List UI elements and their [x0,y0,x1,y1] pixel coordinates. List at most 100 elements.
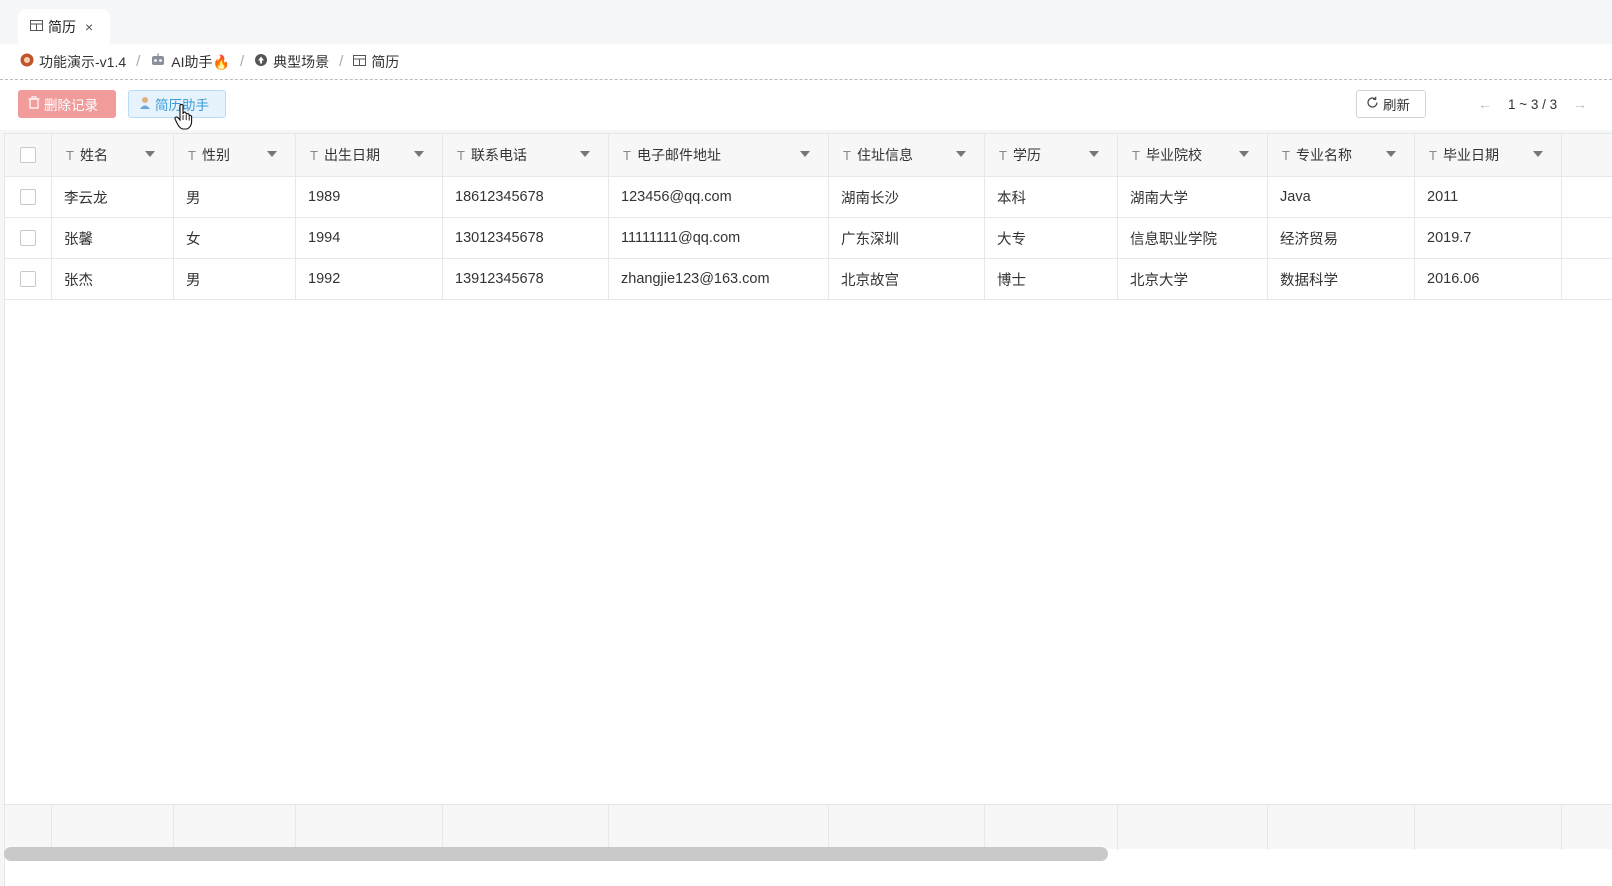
breadcrumb: 功能演示-v1.4 / AI助手🔥 / 典型场景 / 简历 [0,44,1612,80]
row-checkbox[interactable] [20,230,36,246]
table-cell[interactable]: 1989 [296,177,443,217]
column-header[interactable]: T 毕业院校 [1118,134,1268,176]
caret-down-icon[interactable] [267,151,277,157]
table-row[interactable]: 李云龙男 1989 18612345678 123456@qq.com 湖南长沙 本科 湖南… [5,177,1612,218]
breadcrumb-separator: / [239,53,245,70]
data-grid: T 姓名 T 性别 T 出生日期 T 联系电话 T 电子邮件地址 T 住址信息 T 学历 T 毕业院校 T 专业名… [4,133,1612,886]
row-checkbox[interactable] [20,189,36,205]
table-cell[interactable]: 李云龙 [52,177,174,217]
text-type-icon: T [66,147,74,163]
caret-down-icon[interactable] [1239,151,1249,157]
breadcrumb-separator: / [339,53,344,70]
row-checkbox[interactable] [20,271,36,287]
table-cell[interactable]: 1994 [296,218,443,258]
caret-down-icon[interactable] [800,151,810,157]
table-icon [30,19,43,35]
close-icon[interactable]: × [85,19,93,35]
table-cell[interactable]: 2011 [1415,177,1562,217]
refresh-icon [1366,96,1379,112]
breadcrumb-item-app[interactable]: 功能演示-v1.4 [20,52,126,72]
trash-icon [28,96,40,112]
pagination: ← 1 ~ 3 / 3 → [1478,90,1587,118]
breadcrumb-label: 典型场景 [273,53,330,70]
column-header[interactable]: T 联系电话 [443,134,609,176]
select-all-checkbox[interactable] [20,147,36,163]
footer-cell [829,805,985,850]
caret-down-icon[interactable] [145,151,155,157]
table-cell[interactable]: 博士 [985,259,1118,299]
column-header-spacer [1562,134,1612,176]
tab-resume[interactable]: 简历 × [18,9,110,44]
table-row[interactable]: 张馨女 1994 13012345678 11111111@qq.com 广东深圳 大专信… [5,218,1612,259]
footer-cell [443,805,609,850]
horizontal-scrollbar[interactable] [4,847,1108,861]
table-cell[interactable]: 2016.06 [1415,259,1562,299]
column-header[interactable]: T 学历 [985,134,1118,176]
table-row[interactable]: 张杰男 1992 13912345678 zhangjie123@163.com 北京故… [5,259,1612,300]
table-cell[interactable]: 男 [174,259,296,299]
column-header[interactable]: T 电子邮件地址 [609,134,829,176]
column-header[interactable]: T 专业名称 [1268,134,1415,176]
breadcrumb-separator: / [136,53,141,70]
delete-record-button[interactable]: 删除记录 [18,90,116,118]
delete-record-label: 删除记录 [44,98,98,113]
footer-cell [1268,805,1415,850]
column-header[interactable]: T 性别 [174,134,296,176]
table-cell[interactable]: Java [1268,177,1415,217]
table-cell[interactable]: 广东深圳 [829,218,985,258]
table-cell[interactable]: 123456@qq.com [609,177,829,217]
table-cell[interactable]: 男 [174,177,296,217]
table-icon [353,54,367,70]
caret-down-icon[interactable] [1386,151,1396,157]
refresh-button[interactable]: 刷新 [1356,90,1426,118]
table-cell[interactable]: 北京大学 [1118,259,1268,299]
text-type-icon: T [623,147,631,163]
app-logo-icon [20,53,34,70]
caret-down-icon[interactable] [580,151,590,157]
column-header[interactable]: T 姓名 [52,134,174,176]
tab-label: 简历 [48,18,76,35]
table-cell[interactable]: 2019.7 [1415,218,1562,258]
table-cell[interactable]: 北京故宫 [829,259,985,299]
row-checkbox-cell [5,259,52,299]
breadcrumb-item-scenarios[interactable]: 典型场景 [254,52,329,72]
table-cell[interactable]: 经济贸易 [1268,218,1415,258]
column-header[interactable]: T 出生日期 [296,134,443,176]
table-cell[interactable]: 13912345678 [443,259,609,299]
text-type-icon: T [188,147,196,163]
column-header[interactable]: T 住址信息 [829,134,985,176]
table-cell[interactable]: 张馨 [52,218,174,258]
breadcrumb-item-resume[interactable]: 简历 [353,52,399,72]
column-header[interactable]: T 毕业日期 [1415,134,1562,176]
caret-down-icon[interactable] [956,151,966,157]
arrow-right-icon[interactable]: → [1573,96,1587,112]
table-cell[interactable]: 18612345678 [443,177,609,217]
table-cell[interactable]: 女 [174,218,296,258]
caret-down-icon[interactable] [414,151,424,157]
table-cell[interactable]: 13012345678 [443,218,609,258]
caret-down-icon[interactable] [1089,151,1099,157]
table-cell[interactable]: 本科 [985,177,1118,217]
row-spacer [1562,259,1612,299]
caret-down-icon[interactable] [1533,151,1543,157]
tab-bar: 简历 × [0,0,1612,44]
table-cell[interactable]: zhangjie123@163.com [609,259,829,299]
table-cell[interactable]: 大专 [985,218,1118,258]
circle-up-icon [254,53,268,70]
table-cell[interactable]: 1992 [296,259,443,299]
arrow-left-icon[interactable]: ← [1478,96,1492,112]
column-header-label: 联系电话 [470,147,527,163]
table-cell[interactable]: 信息职业学院 [1118,218,1268,258]
table-cell[interactable]: 湖南长沙 [829,177,985,217]
column-header-label: 专业名称 [1295,147,1352,163]
header-checkbox-cell [5,134,52,176]
table-cell[interactable]: 张杰 [52,259,174,299]
breadcrumb-item-ai[interactable]: AI助手🔥 [150,52,230,72]
table-cell[interactable]: 湖南大学 [1118,177,1268,217]
robot-icon [150,53,166,70]
column-header-label: 性别 [201,147,230,163]
table-cell[interactable]: 数据科学 [1268,259,1415,299]
table-header-row: T 姓名 T 性别 T 出生日期 T 联系电话 T 电子邮件地址 T 住址信息 T 学历 T 毕业院校 T 专业名… [5,134,1612,177]
row-checkbox-cell [5,218,52,258]
table-cell[interactable]: 11111111@qq.com [609,218,829,258]
